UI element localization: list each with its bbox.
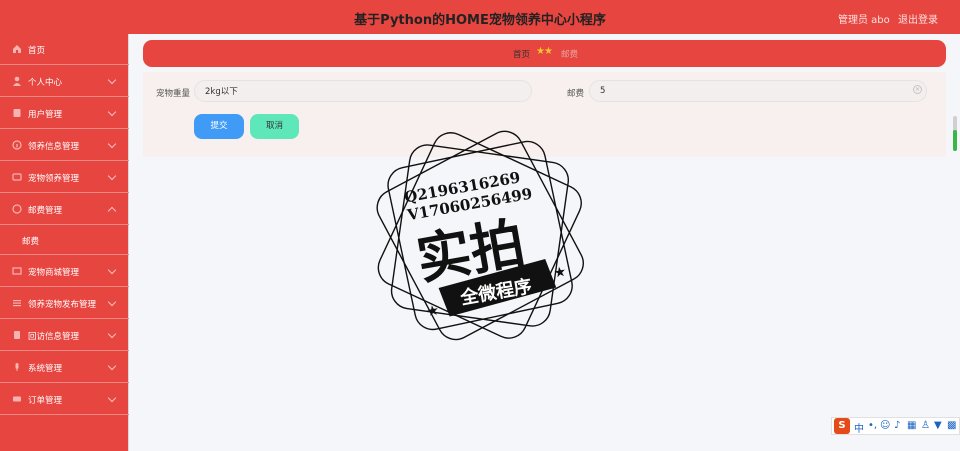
user-icon <box>13 76 21 86</box>
chevron-down-icon <box>107 107 117 117</box>
weight-input[interactable] <box>194 80 532 102</box>
chevron-up-icon <box>107 206 117 216</box>
sidebar-item-pet-adoption[interactable]: 宠物领养管理 <box>0 162 129 193</box>
tools-icon[interactable]: ♙ <box>921 420 930 431</box>
visit-icon <box>14 331 20 339</box>
chevron-down-icon <box>107 139 117 149</box>
sidebar-item-label: 首页 <box>28 46 46 56</box>
sidebar-item-profile[interactable]: 个人中心 <box>0 66 129 97</box>
star-separator-icon: ★★ <box>536 46 553 57</box>
clear-icon[interactable]: × <box>913 85 922 94</box>
star-icon: ★ <box>552 264 567 282</box>
publish-icon <box>13 300 21 307</box>
sidebar-item-users[interactable]: 用户管理 <box>0 98 129 129</box>
ime-mode[interactable]: 中 <box>854 420 864 435</box>
breadcrumb-home[interactable]: 首页 <box>513 48 530 60</box>
sidebar-item-label: 领养宠物发布管理 <box>28 300 97 310</box>
sidebar-item-home[interactable]: 首页 <box>0 34 129 65</box>
sidebar-subitem-label: 邮费 <box>22 237 40 247</box>
sidebar-item-system[interactable]: 系统管理 <box>0 352 129 383</box>
fee-input[interactable] <box>589 80 927 102</box>
punctuation-icon[interactable]: •, <box>868 420 877 431</box>
mic-icon[interactable]: ♪ <box>894 420 900 431</box>
emoji-icon[interactable]: ☺ <box>880 420 890 431</box>
cancel-button[interactable]: 取消 <box>250 114 299 139</box>
watermark-stamp: Q2196316269 V17060256499 实拍 全微程序 ★ ★ <box>376 130 584 341</box>
ime-toolbar: S 中 •, ☺ ♪ ▦ ♙ ▼ ▩ <box>831 417 960 435</box>
sidebar-item-label: 个人中心 <box>28 78 63 88</box>
sidebar-subitem-shipping-fee[interactable]: 邮费 <box>0 226 129 255</box>
chevron-down-icon <box>107 265 117 275</box>
sidebar-item-label: 用户管理 <box>28 110 63 120</box>
info-icon <box>12 140 22 150</box>
chevron-down-icon <box>107 393 117 403</box>
shipping-icon <box>12 204 22 214</box>
sidebar-item-orders[interactable]: 订单管理 <box>0 384 129 415</box>
chevron-down-icon <box>107 329 117 339</box>
users-icon <box>13 109 21 117</box>
sidebar-item-label: 系统管理 <box>28 364 63 374</box>
fee-label: 邮费 <box>567 89 585 99</box>
breadcrumb: 首页 ★★ 邮费 <box>143 40 946 67</box>
weight-label: 宠物重量 <box>156 89 191 99</box>
sidebar-item-label: 宠物领养管理 <box>28 174 80 184</box>
top-header: 基于Python的HOME宠物领养中心小程序 管理员 abo 退出登录 <box>0 0 960 34</box>
sidebar-item-pet-publish[interactable]: 领养宠物发布管理 <box>0 288 129 319</box>
home-icon <box>13 45 21 53</box>
scrollbar-thumb[interactable] <box>953 130 957 151</box>
breadcrumb-current: 邮费 <box>561 50 579 60</box>
system-icon <box>15 363 19 371</box>
sidebar-item-adoption-info[interactable]: 领养信息管理 <box>0 130 129 161</box>
app-title: 基于Python的HOME宠物领养中心小程序 <box>354 13 606 28</box>
sidebar-item-label: 宠物商城管理 <box>28 268 80 278</box>
sidebar: 首页 个人中心 用户管理 领养信息管理 宠物领养管理 邮费管理 邮费 宠物商城管… <box>0 34 129 451</box>
order-icon <box>13 396 21 402</box>
chevron-down-icon <box>107 297 117 307</box>
keyboard-icon[interactable]: ▦ <box>907 420 916 431</box>
grid-icon[interactable]: ▩ <box>947 420 956 431</box>
chevron-down-icon <box>107 361 117 371</box>
chevron-down-icon <box>107 75 117 85</box>
sidebar-item-pet-shop[interactable]: 宠物商城管理 <box>0 256 129 287</box>
sidebar-item-label: 领养信息管理 <box>28 142 80 152</box>
app-root: 基于Python的HOME宠物领养中心小程序 管理员 abo 退出登录 首页 个… <box>0 0 960 451</box>
pet-icon <box>12 173 22 181</box>
admin-user: 管理员 abo <box>838 15 890 26</box>
chevron-down-icon <box>107 171 117 181</box>
submit-button[interactable]: 提交 <box>194 114 244 139</box>
sidebar-item-label: 邮费管理 <box>28 206 63 216</box>
sidebar-item-label: 订单管理 <box>28 396 63 406</box>
scrollbar[interactable] <box>953 116 957 151</box>
logout-link[interactable]: 退出登录 <box>898 11 938 26</box>
star-icon: ★ <box>425 302 440 320</box>
sidebar-item-label: 回访信息管理 <box>28 332 80 342</box>
skin-icon[interactable]: ▼ <box>934 420 942 431</box>
sidebar-item-shipping[interactable]: 邮费管理 <box>0 194 129 225</box>
sogou-logo-icon[interactable]: S <box>834 418 850 434</box>
sidebar-item-visit-info[interactable]: 回访信息管理 <box>0 320 129 351</box>
shop-icon <box>12 267 22 275</box>
